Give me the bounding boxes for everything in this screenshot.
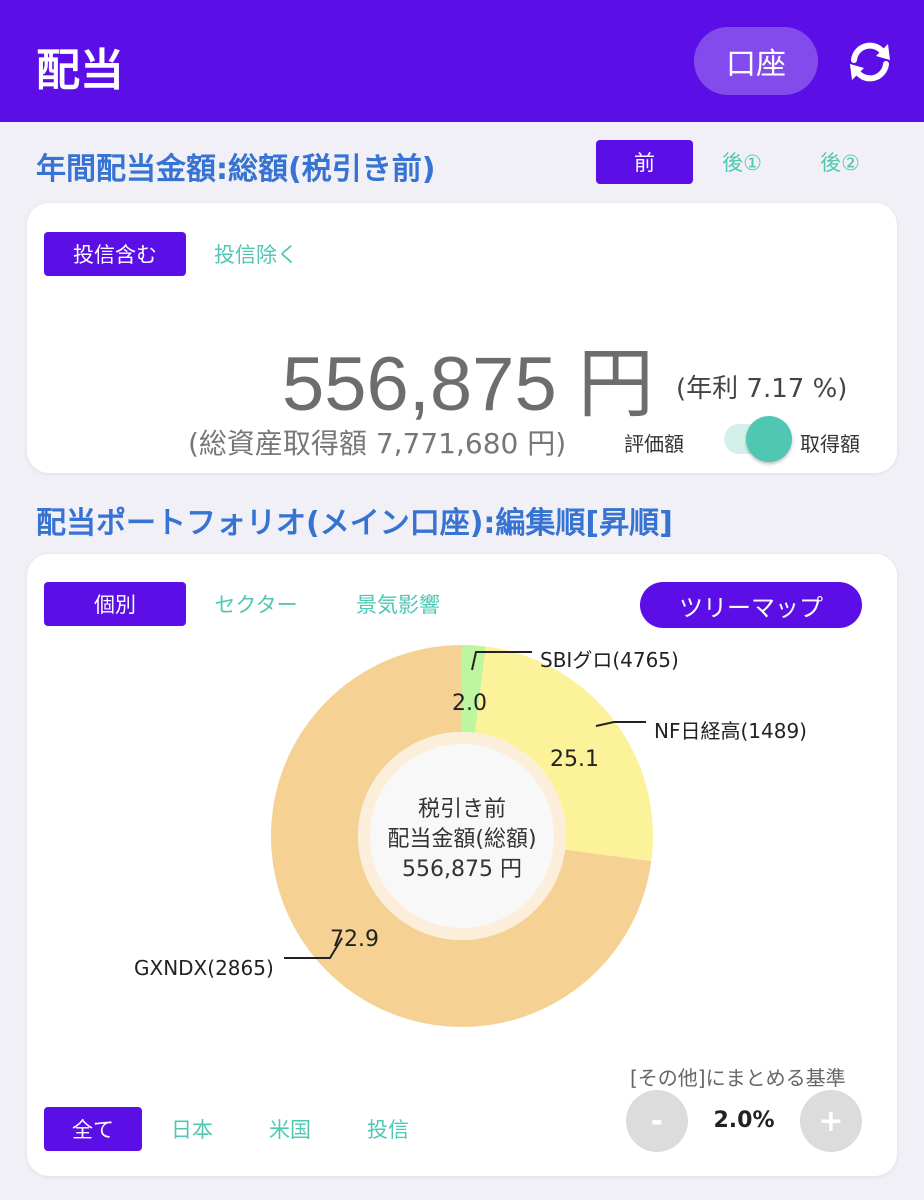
legend-label-sbi: SBIグロ(4765) — [540, 648, 679, 672]
threshold-decrease-button[interactable]: - — [626, 1090, 688, 1152]
treemap-button[interactable]: ツリーマップ — [640, 582, 862, 628]
toggle-label-valuation: 評価額 — [624, 432, 684, 456]
value-label-sbi: 2.0 — [452, 691, 487, 716]
annual-yield: (年利 7.17 %) — [676, 374, 848, 404]
annual-dividend-title: 年間配当金額:総額(税引き前) — [36, 152, 436, 187]
total-acquisition-amount: (総資産取得額 7,771,680 円) — [188, 427, 567, 460]
tab-after-tax-1[interactable]: 後① — [702, 140, 782, 184]
account-button[interactable]: 口座 — [694, 27, 818, 95]
legend-label-gxndx: GXNDX(2865) — [134, 956, 274, 980]
tab-economic-impact[interactable]: 景気影響 — [340, 582, 456, 626]
tab-us[interactable]: 米国 — [254, 1107, 326, 1151]
toggle-label-acquisition: 取得額 — [800, 432, 860, 456]
sync-icon[interactable] — [844, 36, 896, 88]
portfolio-title: 配当ポートフォリオ(メイン口座):編集順[昇順] — [36, 506, 673, 541]
center-label-amount: 556,875 円 — [402, 857, 522, 882]
tab-pre-tax[interactable]: 前 — [596, 140, 693, 184]
value-label-gxndx: 72.9 — [330, 927, 379, 952]
threshold-increase-button[interactable]: + — [800, 1090, 862, 1152]
tab-funds[interactable]: 投信 — [352, 1107, 424, 1151]
tab-sector[interactable]: セクター — [200, 582, 312, 626]
tab-include-funds[interactable]: 投信含む — [44, 232, 186, 276]
value-label-nf: 25.1 — [550, 747, 599, 772]
page-title: 配当 — [36, 45, 124, 96]
annual-dividend-amount: 556,875 円 — [282, 342, 654, 427]
tab-all[interactable]: 全て — [44, 1107, 142, 1151]
app-bar: 配当 口座 — [0, 0, 924, 122]
center-label-line1: 税引き前 — [418, 797, 506, 822]
other-threshold-label: [その他]にまとめる基準 — [630, 1066, 846, 1090]
tab-japan[interactable]: 日本 — [156, 1107, 228, 1151]
legend-label-nf: NF日経高(1489) — [654, 719, 807, 743]
threshold-value: 2.0% — [713, 1108, 775, 1133]
tab-after-tax-2[interactable]: 後② — [800, 140, 880, 184]
valuation-toggle-knob[interactable] — [746, 416, 792, 462]
tab-exclude-funds[interactable]: 投信除く — [200, 232, 312, 276]
tab-individual[interactable]: 個別 — [44, 582, 186, 626]
center-label-line2: 配当金額(総額) — [387, 827, 536, 852]
